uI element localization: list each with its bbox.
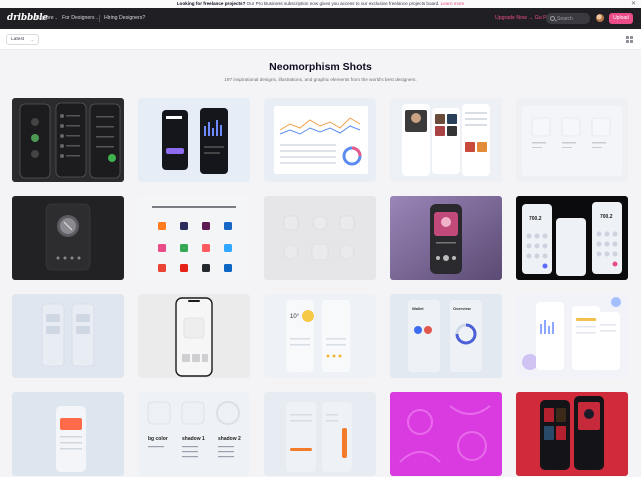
weather-temp: 10° <box>290 314 300 320</box>
chevron-down-icon: ⌄ <box>54 14 58 20</box>
shot-card[interactable] <box>138 196 250 280</box>
shot-card[interactable] <box>138 98 250 182</box>
sort-select[interactable]: Latest ⌄ <box>6 34 39 45</box>
shot-card[interactable] <box>12 294 124 378</box>
shot-card[interactable] <box>12 196 124 280</box>
learn-more-link[interactable]: Learn more <box>441 1 465 6</box>
grid-view-icon[interactable] <box>626 36 633 43</box>
page-subtitle: 197 inspirational designs, illustrations… <box>224 77 417 82</box>
shot-card[interactable] <box>138 294 250 378</box>
shot-card[interactable]: 700.2 700.2 <box>516 196 628 280</box>
filter-bar: Latest ⌄ <box>0 29 641 50</box>
shot-card[interactable] <box>12 98 124 182</box>
announcement-body: Our Pro Business subscription now gives … <box>245 1 440 6</box>
shot-card[interactable] <box>390 196 502 280</box>
shot-card[interactable] <box>264 98 376 182</box>
shadow-2-label: shadow 2 <box>218 436 241 442</box>
search-input[interactable] <box>557 13 588 24</box>
shot-card[interactable] <box>264 392 376 476</box>
close-icon[interactable]: ✕ <box>631 0 636 8</box>
chevron-down-icon: ⌄ <box>30 37 34 42</box>
upload-button[interactable]: Upload <box>609 13 633 24</box>
search-box[interactable] <box>546 13 590 24</box>
top-nav: dribbble Explore⌄ For Designers⌄ Hiring … <box>0 8 641 29</box>
announcement-bar: Looking for freelance projects? Our Pro … <box>0 0 641 8</box>
shadow-1-label: shadow 1 <box>182 436 205 442</box>
shot-card[interactable]: 10° <box>264 294 376 378</box>
upgrade-link[interactable]: Upgrade Now → Go Pro <box>495 15 551 21</box>
calc-display-2: 700.2 <box>600 214 613 220</box>
shot-card[interactable] <box>516 98 628 182</box>
shot-card[interactable]: Wallet Overview <box>390 294 502 378</box>
shot-card[interactable] <box>12 392 124 476</box>
shot-card[interactable] <box>390 392 502 476</box>
shot-card[interactable] <box>516 294 628 378</box>
shot-card[interactable] <box>516 392 628 476</box>
search-icon <box>550 15 555 21</box>
nav-for-designers[interactable]: For Designers⌄ <box>62 15 99 21</box>
bg-color-label: bg color <box>148 436 168 442</box>
overview-label: Overview <box>453 306 472 311</box>
shot-card[interactable]: bg color shadow 1 shadow 2 <box>138 392 250 476</box>
sort-select-value: Latest <box>11 37 25 42</box>
nav-for-designers-label: For Designers <box>62 14 95 21</box>
nav-hiring-designers[interactable]: Hiring Designers? <box>104 15 145 21</box>
nav-divider <box>99 15 100 22</box>
nav-explore[interactable]: Explore⌄ <box>36 15 58 21</box>
calc-display-1: 700.2 <box>529 216 542 222</box>
announcement-lead: Looking for freelance projects? <box>176 1 246 6</box>
nav-explore-label: Explore <box>36 14 54 21</box>
shot-card[interactable] <box>264 196 376 280</box>
shot-card[interactable] <box>390 98 502 182</box>
page-title: Neomorphism Shots <box>269 61 372 73</box>
avatar[interactable] <box>596 14 604 22</box>
wallet-label: Wallet <box>412 306 424 311</box>
